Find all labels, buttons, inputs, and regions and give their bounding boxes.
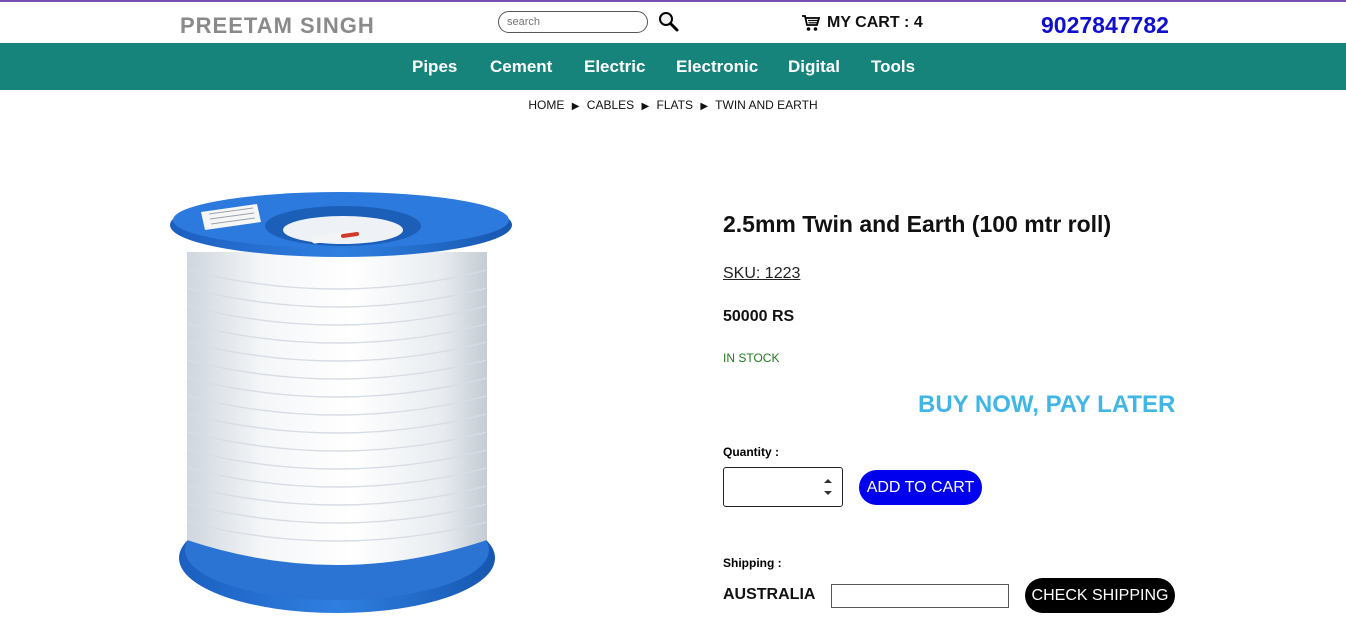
nav-item-electronic[interactable]: Electronic	[676, 57, 758, 77]
main-nav: Pipes Cement Electric Electronic Digital…	[0, 43, 1346, 90]
nav-item-pipes[interactable]: Pipes	[412, 57, 457, 77]
breadcrumb-home[interactable]: HOME	[528, 98, 564, 112]
spin-down-icon[interactable]	[822, 488, 834, 498]
product-title: 2.5mm Twin and Earth (100 mtr roll)	[723, 211, 1112, 237]
postcode-input[interactable]	[831, 584, 1009, 608]
buy-now-pay-later-banner[interactable]: BUY NOW, PAY LATER	[918, 391, 1175, 419]
stock-status: IN STOCK	[723, 351, 780, 365]
quantity-spinner	[822, 476, 834, 498]
search-icon[interactable]	[658, 11, 680, 33]
product-price: 50000 RS	[723, 308, 795, 325]
site-header: PREETAM SINGH MY CART : 4 9027847782	[0, 2, 1346, 43]
nav-item-tools[interactable]: Tools	[871, 57, 915, 77]
shipping-country: AUSTRALIA	[723, 586, 816, 603]
triangle-right-icon: ▶	[641, 101, 650, 112]
triangle-right-icon: ▶	[571, 101, 580, 112]
breadcrumb: HOME ▶ CABLES ▶ FLATS ▶ TWIN AND EARTH	[0, 98, 1346, 112]
product-sku[interactable]: SKU: 1223	[723, 265, 800, 283]
quantity-stepper	[723, 467, 843, 507]
check-shipping-button[interactable]: CHECK SHIPPING	[1025, 578, 1175, 613]
nav-item-electric[interactable]: Electric	[584, 57, 645, 77]
cart-link[interactable]: MY CART : 4	[801, 12, 923, 34]
product-image-cable-reel	[165, 190, 520, 620]
quantity-label: Quantity :	[723, 445, 779, 459]
breadcrumb-flats[interactable]: FLATS	[657, 98, 693, 112]
spin-up-icon[interactable]	[822, 476, 834, 486]
triangle-right-icon: ▶	[700, 101, 709, 112]
shopping-cart-icon	[802, 15, 821, 31]
nav-item-cement[interactable]: Cement	[490, 57, 552, 77]
quantity-input[interactable]	[728, 472, 816, 504]
add-to-cart-button[interactable]: ADD TO CART	[859, 470, 982, 505]
search-input[interactable]	[498, 11, 648, 33]
phone-number[interactable]: 9027847782	[1041, 12, 1169, 39]
brand-logo-text[interactable]: PREETAM SINGH	[180, 13, 375, 39]
breadcrumb-cables[interactable]: CABLES	[587, 98, 634, 112]
cart-count-label: MY CART : 4	[827, 14, 923, 31]
breadcrumb-twin-and-earth[interactable]: TWIN AND EARTH	[715, 98, 817, 112]
nav-item-digital[interactable]: Digital	[788, 57, 840, 77]
shipping-label: Shipping :	[723, 556, 782, 570]
